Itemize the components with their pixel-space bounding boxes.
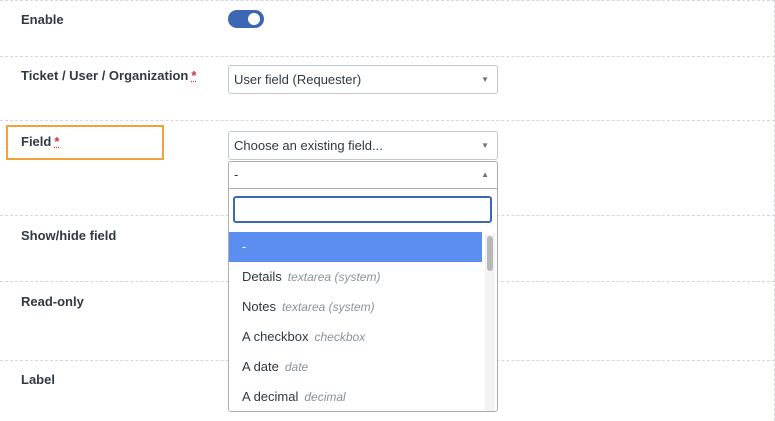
- dropdown-option[interactable]: A decimal decimal: [229, 382, 482, 411]
- dropdown-current[interactable]: - ▲: [229, 162, 497, 189]
- row-divider: [0, 0, 775, 1]
- dropdown-scrollbar[interactable]: [485, 234, 495, 411]
- row-divider: [0, 120, 775, 121]
- option-name: A decimal: [242, 389, 299, 404]
- caret-down-icon: ▼: [481, 141, 489, 150]
- field-label: Field *: [21, 134, 59, 149]
- dropdown-option[interactable]: Notes textarea (system): [229, 292, 482, 322]
- dropdown-option[interactable]: A checkbox checkbox: [229, 322, 482, 352]
- label-label: Label: [21, 372, 55, 387]
- option-name: A date: [242, 359, 279, 374]
- caret-up-icon: ▲: [481, 170, 489, 179]
- option-name: Details: [242, 269, 282, 284]
- caret-down-icon: ▼: [481, 75, 489, 84]
- field-select[interactable]: Choose an existing field... ▼: [228, 131, 498, 160]
- dropdown-option[interactable]: A date date: [229, 352, 482, 382]
- dropdown-search-input[interactable]: [233, 196, 492, 223]
- option-type: date: [284, 360, 309, 374]
- entity-select-value: User field (Requester): [234, 72, 362, 87]
- show-hide-label: Show/hide field: [21, 228, 117, 243]
- required-marker: *: [54, 134, 60, 149]
- field-label-text: Field: [21, 134, 52, 149]
- dropdown-option[interactable]: -: [229, 232, 482, 262]
- option-type: checkbox: [314, 330, 366, 344]
- option-name: -: [242, 239, 247, 254]
- dropdown-options: - Details textarea (system) Notes textarea…: [229, 232, 482, 411]
- scrollbar-thumb[interactable]: [487, 236, 493, 271]
- enable-toggle[interactable]: [228, 10, 264, 28]
- dropdown-current-value: -: [234, 167, 239, 182]
- dropdown-option[interactable]: Details textarea (system): [229, 262, 482, 292]
- field-select-value: Choose an existing field...: [234, 138, 383, 153]
- option-name: Notes: [242, 299, 276, 314]
- entity-label-text: Ticket / User / Organization: [21, 68, 189, 83]
- option-type: decimal: [304, 390, 346, 404]
- toggle-knob: [248, 13, 260, 25]
- option-type: textarea (system): [281, 300, 375, 314]
- entity-label: Ticket / User / Organization *: [21, 68, 196, 83]
- entity-select[interactable]: User field (Requester) ▼: [228, 65, 498, 94]
- row-divider: [0, 56, 775, 57]
- read-only-label: Read-only: [21, 294, 84, 309]
- option-type: textarea (system): [287, 270, 381, 284]
- field-dropdown[interactable]: - ▲ - Details textarea (system) Notes text…: [228, 161, 498, 412]
- option-name: A checkbox: [242, 329, 309, 344]
- enable-label: Enable: [21, 12, 64, 27]
- required-marker: *: [191, 68, 197, 83]
